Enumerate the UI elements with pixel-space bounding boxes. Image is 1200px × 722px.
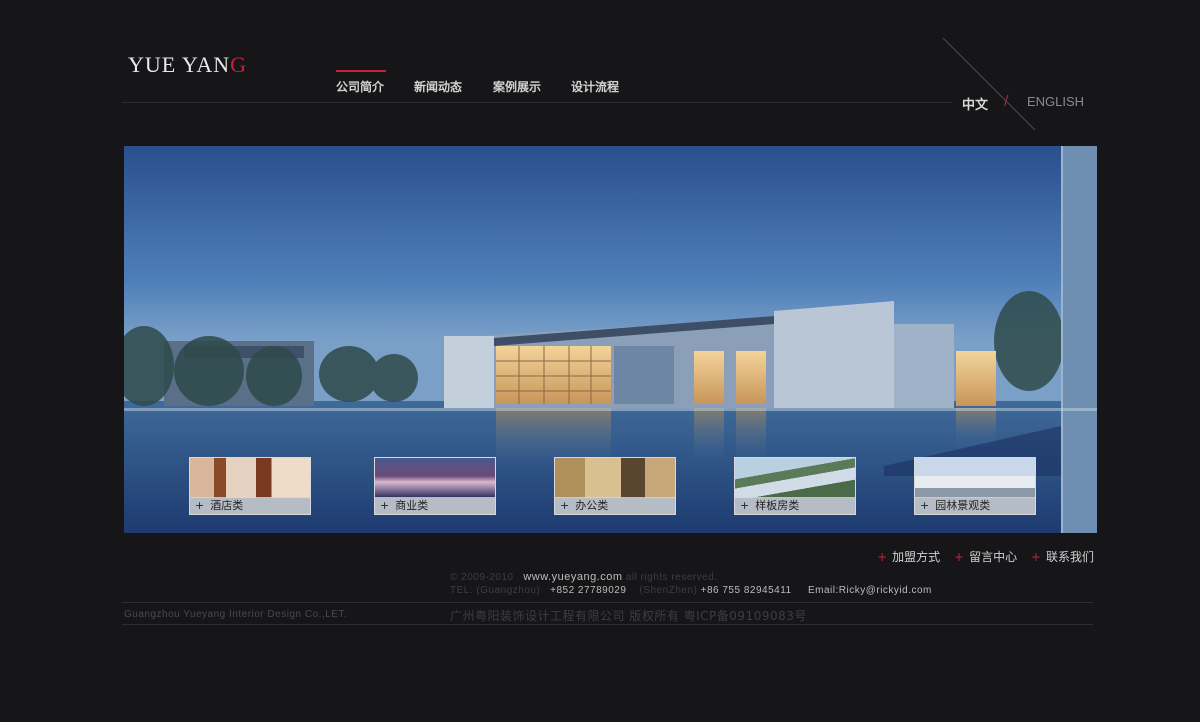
thumbnail-label: 样板房类 [755, 499, 800, 512]
commercial-image [375, 458, 495, 498]
plus-icon: + [954, 550, 965, 564]
thumbnail-landscape[interactable]: + 园林景观类 [914, 457, 1036, 515]
nav-cases[interactable]: 案例展示 [493, 78, 541, 95]
tel-label: TEL: (Guangzhou) [450, 585, 541, 596]
tel-guangzhou: +852 27789029 [550, 585, 627, 596]
plus-icon: + [877, 550, 888, 564]
thumbnail-hotel[interactable]: + 酒店类 [189, 457, 311, 515]
contact-line: TEL: (Guangzhou) +852 27789029 (ShenZhen… [450, 585, 932, 596]
nav-design-process[interactable]: 设计流程 [571, 78, 619, 95]
copyright-years: © 2009-2010 [450, 572, 514, 583]
plus-icon: + [195, 499, 205, 512]
website-link[interactable]: www.yueyang.com [523, 571, 622, 583]
office-image [555, 458, 675, 498]
plus-icon: + [380, 499, 390, 512]
logo[interactable]: YUE YANG [128, 52, 247, 78]
logo-text: YUE YAN [128, 52, 231, 77]
hotel-image [190, 458, 310, 498]
thumbnail-label: 酒店类 [210, 499, 244, 512]
lang-english[interactable]: ENGLISH [1027, 94, 1084, 109]
link-join[interactable]: 加盟方式 [892, 550, 940, 564]
email-link[interactable]: Email:Ricky@rickyid.com [808, 585, 932, 596]
lang-divider: / [1004, 94, 1009, 109]
plus-icon: + [740, 499, 750, 512]
tel-shenzhen: +86 755 82945411 [700, 585, 792, 596]
plus-icon: + [1030, 550, 1041, 564]
nav-company-intro[interactable]: 公司简介 [336, 70, 387, 95]
footer-divider-bottom [122, 624, 1093, 625]
footer-divider-top [122, 602, 1093, 603]
company-english: Guangzhou Yueyang Interior Design Co.,LE… [124, 609, 348, 620]
landscape-image [915, 458, 1035, 498]
rights-text: all rights reserved. [625, 572, 718, 583]
lang-chinese[interactable]: 中文 [962, 94, 988, 113]
thumbnail-office[interactable]: + 办公类 [554, 457, 676, 515]
diagonal-line-decoration [942, 37, 1036, 131]
nav-news[interactable]: 新闻动态 [414, 78, 462, 95]
show-flat-image [735, 458, 855, 498]
header-divider [122, 102, 952, 103]
shenzhen-label: (ShenZhen) [639, 585, 698, 596]
footer-links: + 加盟方式 + 留言中心 + 联系我们 [867, 548, 1094, 565]
plus-icon: + [920, 499, 930, 512]
company-chinese: 广州粤阳装饰设计工程有限公司 版权所有 粤ICP备09109083号 [450, 609, 807, 623]
link-message[interactable]: 留言中心 [969, 550, 1017, 564]
thumbnail-commercial[interactable]: + 商业类 [374, 457, 496, 515]
copyright-line: © 2009-2010 www.yueyang.com all rights r… [450, 571, 718, 583]
thumbnail-label: 办公类 [575, 499, 609, 512]
logo-accent: G [230, 52, 248, 77]
thumbnail-label: 商业类 [395, 499, 429, 512]
thumbnail-show-flat[interactable]: + 样板房类 [734, 457, 856, 515]
link-contact[interactable]: 联系我们 [1046, 550, 1094, 564]
plus-icon: + [560, 499, 570, 512]
thumbnail-label: 园林景观类 [935, 499, 991, 512]
